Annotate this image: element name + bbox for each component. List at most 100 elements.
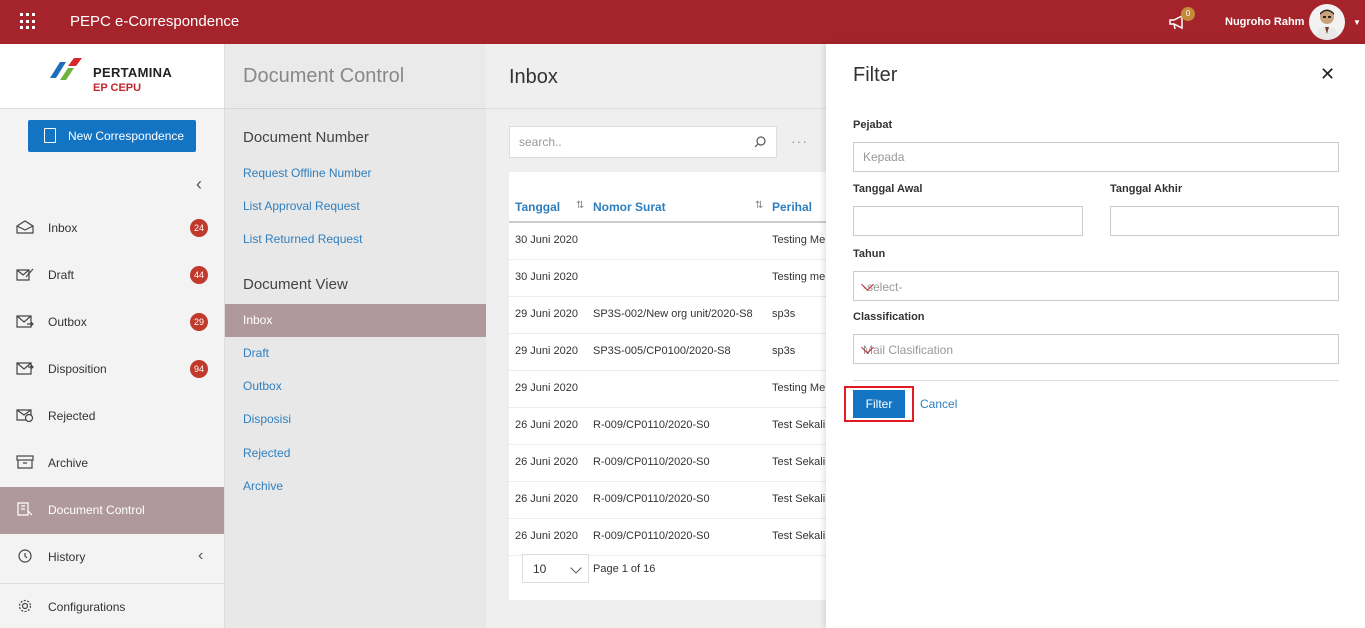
page-info: Page 1 of 16 bbox=[593, 563, 656, 575]
nav-item-draft[interactable]: Draft 44 bbox=[0, 252, 224, 299]
rejected-icon bbox=[16, 409, 34, 422]
logo-text-secondary: EP CEPU bbox=[93, 82, 142, 94]
tanggal-awal-label: Tanggal Awal bbox=[853, 183, 923, 195]
nav-item-label: Document Control bbox=[48, 503, 145, 517]
search-icon[interactable] bbox=[754, 136, 766, 148]
chevron-down-icon bbox=[570, 562, 582, 574]
column-header-perihal[interactable]: Perihal bbox=[772, 200, 812, 214]
table-row[interactable]: 30 Juni 2020 Testing me bbox=[509, 260, 839, 297]
close-icon[interactable]: ✕ bbox=[1320, 64, 1335, 85]
disposition-icon bbox=[16, 362, 34, 375]
page-title: Inbox bbox=[509, 66, 558, 88]
more-options-icon[interactable]: ··· bbox=[791, 133, 808, 149]
page-size-value: 10 bbox=[533, 562, 547, 576]
filter-title: Filter bbox=[853, 64, 898, 86]
column-header-nomor-surat[interactable]: Nomor Surat bbox=[593, 200, 666, 214]
filter-actions-divider bbox=[853, 380, 1339, 381]
table-row[interactable]: 26 Juni 2020 R-009/CP0110/2020-S0 Test Sek… bbox=[509, 519, 839, 556]
page-size-select[interactable]: 10 bbox=[522, 554, 589, 583]
new-correspondence-label: New Correspondence bbox=[68, 129, 185, 143]
document-control-panel: Document Control Document Number Request… bbox=[225, 44, 486, 628]
user-menu-caret-icon[interactable]: ▼ bbox=[1353, 18, 1361, 27]
new-correspondence-button[interactable]: New Correspondence bbox=[28, 120, 196, 152]
classification-label: Classification bbox=[853, 311, 925, 323]
nav-item-label: Inbox bbox=[48, 221, 78, 235]
document-control-icon bbox=[17, 502, 33, 516]
pertamina-logo-icon bbox=[50, 58, 82, 80]
search-box bbox=[509, 126, 777, 158]
link-request-offline-number[interactable]: Request Offline Number bbox=[225, 157, 486, 190]
sort-icon[interactable]: ⇅ bbox=[755, 200, 763, 211]
logo-text-primary: PERTAMINA bbox=[93, 65, 173, 80]
link-view-outbox[interactable]: Outbox bbox=[225, 370, 486, 403]
table-row[interactable]: 30 Juni 2020 Testing Me bbox=[509, 223, 839, 260]
link-view-disposisi[interactable]: Disposisi bbox=[225, 403, 486, 436]
tahun-select[interactable]: -select- bbox=[853, 271, 1339, 301]
nav-item-configurations[interactable]: Configurations bbox=[0, 584, 224, 628]
collapse-sidebar-icon[interactable]: ‹ bbox=[196, 174, 202, 195]
link-list-approval-request[interactable]: List Approval Request bbox=[225, 190, 486, 223]
inbox-icon bbox=[16, 220, 34, 234]
nav-item-document-control[interactable]: Document Control bbox=[0, 487, 224, 534]
section-header: Document Control bbox=[225, 44, 486, 109]
table-row[interactable]: 26 Juni 2020 R-009/CP0110/2020-S0 Test Sek… bbox=[509, 408, 839, 445]
tanggal-akhir-input[interactable] bbox=[1110, 206, 1339, 236]
new-document-icon bbox=[44, 128, 56, 143]
outbox-count-badge: 29 bbox=[190, 313, 208, 331]
nav-item-history[interactable]: History ‹ bbox=[0, 534, 224, 581]
tanggal-akhir-label: Tanggal Akhir bbox=[1110, 183, 1183, 195]
outbox-icon bbox=[16, 315, 34, 328]
nav-item-label: History bbox=[48, 550, 86, 564]
nav-item-label: Outbox bbox=[48, 315, 87, 329]
pejabat-label: Pejabat bbox=[853, 119, 893, 131]
nav-item-label: Configurations bbox=[48, 600, 126, 614]
app-grid-icon[interactable] bbox=[20, 13, 37, 30]
inbox-count-badge: 24 bbox=[190, 219, 208, 237]
inbox-table: Tanggal ⇅ Nomor Surat ⇅ Perihal 30 Juni … bbox=[509, 172, 839, 600]
column-header-tanggal[interactable]: Tanggal bbox=[515, 200, 560, 214]
tanggal-awal-input[interactable] bbox=[853, 206, 1083, 236]
archive-icon bbox=[16, 455, 34, 469]
user-name[interactable]: Nugroho Rahm bbox=[1225, 16, 1304, 28]
top-bar: PEPC e-Correspondence 0 Nugroho Rahm ▼ bbox=[0, 0, 1365, 44]
nav-item-disposition[interactable]: Disposition 94 bbox=[0, 346, 224, 393]
link-list-returned-request[interactable]: List Returned Request bbox=[225, 223, 486, 256]
nav-item-archive[interactable]: Archive bbox=[0, 440, 224, 487]
notification-badge: 0 bbox=[1181, 7, 1195, 21]
filter-button[interactable]: Filter bbox=[853, 390, 905, 418]
nav-item-label: Disposition bbox=[48, 362, 107, 376]
classification-select-value: Mail Clasification bbox=[863, 343, 954, 357]
nav-item-outbox[interactable]: Outbox 29 bbox=[0, 299, 224, 346]
filter-panel: Filter ✕ Pejabat Tanggal Awal Tanggal Ak… bbox=[826, 44, 1365, 628]
classification-select[interactable]: Mail Clasification bbox=[853, 334, 1339, 364]
left-nav: PERTAMINA EP CEPU New Correspondence ‹ I… bbox=[0, 44, 225, 628]
disposition-count-badge: 94 bbox=[190, 360, 208, 378]
table-row[interactable]: 29 Juni 2020 Testing Me bbox=[509, 371, 839, 408]
cancel-button[interactable]: Cancel bbox=[920, 397, 957, 411]
nav-item-label: Rejected bbox=[48, 409, 96, 423]
app-title: PEPC e-Correspondence bbox=[70, 13, 240, 30]
draft-count-badge: 44 bbox=[190, 266, 208, 284]
logo-area: PERTAMINA EP CEPU bbox=[0, 44, 224, 109]
search-input[interactable] bbox=[510, 127, 740, 157]
link-view-inbox[interactable]: Inbox bbox=[225, 304, 486, 337]
nav-item-rejected[interactable]: Rejected bbox=[0, 393, 224, 440]
link-view-draft[interactable]: Draft bbox=[225, 337, 486, 370]
draft-icon bbox=[16, 268, 34, 281]
document-view-heading: Document View bbox=[243, 276, 348, 293]
sort-icon[interactable]: ⇅ bbox=[576, 200, 584, 211]
pejabat-input[interactable] bbox=[853, 142, 1339, 172]
section-title: Document Control bbox=[243, 65, 405, 87]
nav-item-inbox[interactable]: Inbox 24 bbox=[0, 205, 224, 252]
link-view-rejected[interactable]: Rejected bbox=[225, 437, 486, 470]
table-row[interactable]: 26 Juni 2020 R-009/CP0110/2020-S0 Test Sek… bbox=[509, 445, 839, 482]
tahun-label: Tahun bbox=[853, 248, 886, 260]
chevron-left-icon[interactable]: ‹ bbox=[198, 547, 203, 565]
user-photo-icon bbox=[1314, 9, 1340, 40]
gear-icon bbox=[18, 599, 32, 613]
table-row[interactable]: 26 Juni 2020 R-009/CP0110/2020-S0 Test Sek… bbox=[509, 482, 839, 519]
link-view-archive[interactable]: Archive bbox=[225, 470, 486, 503]
avatar[interactable] bbox=[1309, 4, 1345, 40]
table-row[interactable]: 29 Juni 2020 SP3S-005/CP0100/2020-S8 sp3s bbox=[509, 334, 839, 371]
table-row[interactable]: 29 Juni 2020 SP3S-002/New org unit/2020-S… bbox=[509, 297, 839, 334]
